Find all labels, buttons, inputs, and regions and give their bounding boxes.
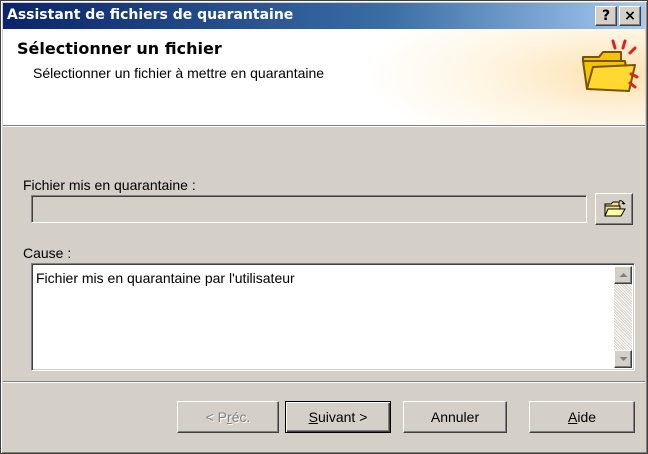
quarantine-wizard-window: Assistant de fichiers de quarantaine ? ×…	[0, 0, 648, 454]
file-field-label: Fichier mis en quarantaine :	[23, 177, 196, 193]
quarantine-file-field[interactable]	[31, 195, 587, 223]
cancel-button[interactable]: Annuler	[403, 401, 507, 433]
scroll-down-button[interactable]	[614, 350, 632, 368]
cause-scrollbar[interactable]	[614, 266, 632, 368]
title-close-button[interactable]: ×	[619, 6, 641, 26]
help-button[interactable]: Aide	[529, 401, 635, 433]
cause-field-label: Cause :	[23, 245, 72, 261]
header-separator	[3, 125, 645, 127]
browse-button[interactable]	[595, 193, 633, 225]
open-folder-icon	[604, 200, 626, 217]
cancel-label: Annuler	[430, 409, 480, 425]
prev-label-prefix: < P	[205, 409, 228, 425]
help-label-suffix: ide	[577, 409, 597, 425]
title-help-button[interactable]: ?	[595, 6, 617, 26]
wizard-header: Sélectionner un fichier Sélectionner un …	[3, 29, 645, 125]
previous-button[interactable]: < Pr éc.	[177, 401, 279, 433]
cause-textarea[interactable]: Fichier mis en quarantaine par l'utilisa…	[31, 263, 635, 371]
next-button[interactable]: Suivant >	[285, 401, 391, 433]
arrow-down-icon	[619, 357, 628, 361]
next-label-suffix: uivant >	[317, 409, 368, 425]
help-label-mnemonic: A	[567, 409, 578, 425]
page-subtitle: Sélectionner un fichier à mettre en quar…	[33, 65, 325, 81]
window-title: Assistant de fichiers de quarantaine	[7, 7, 294, 23]
next-label-mnemonic: S	[308, 409, 318, 425]
prev-label-suffix: éc.	[231, 409, 251, 425]
cause-text: Fichier mis en quarantaine par l'utilisa…	[36, 270, 295, 286]
open-folder-icon	[582, 39, 639, 92]
page-title: Sélectionner un fichier	[17, 39, 222, 58]
footer-separator	[3, 381, 645, 383]
title-bar[interactable]: Assistant de fichiers de quarantaine ? ×	[3, 3, 645, 29]
arrow-up-icon	[619, 273, 628, 277]
scroll-up-button[interactable]	[614, 266, 632, 284]
